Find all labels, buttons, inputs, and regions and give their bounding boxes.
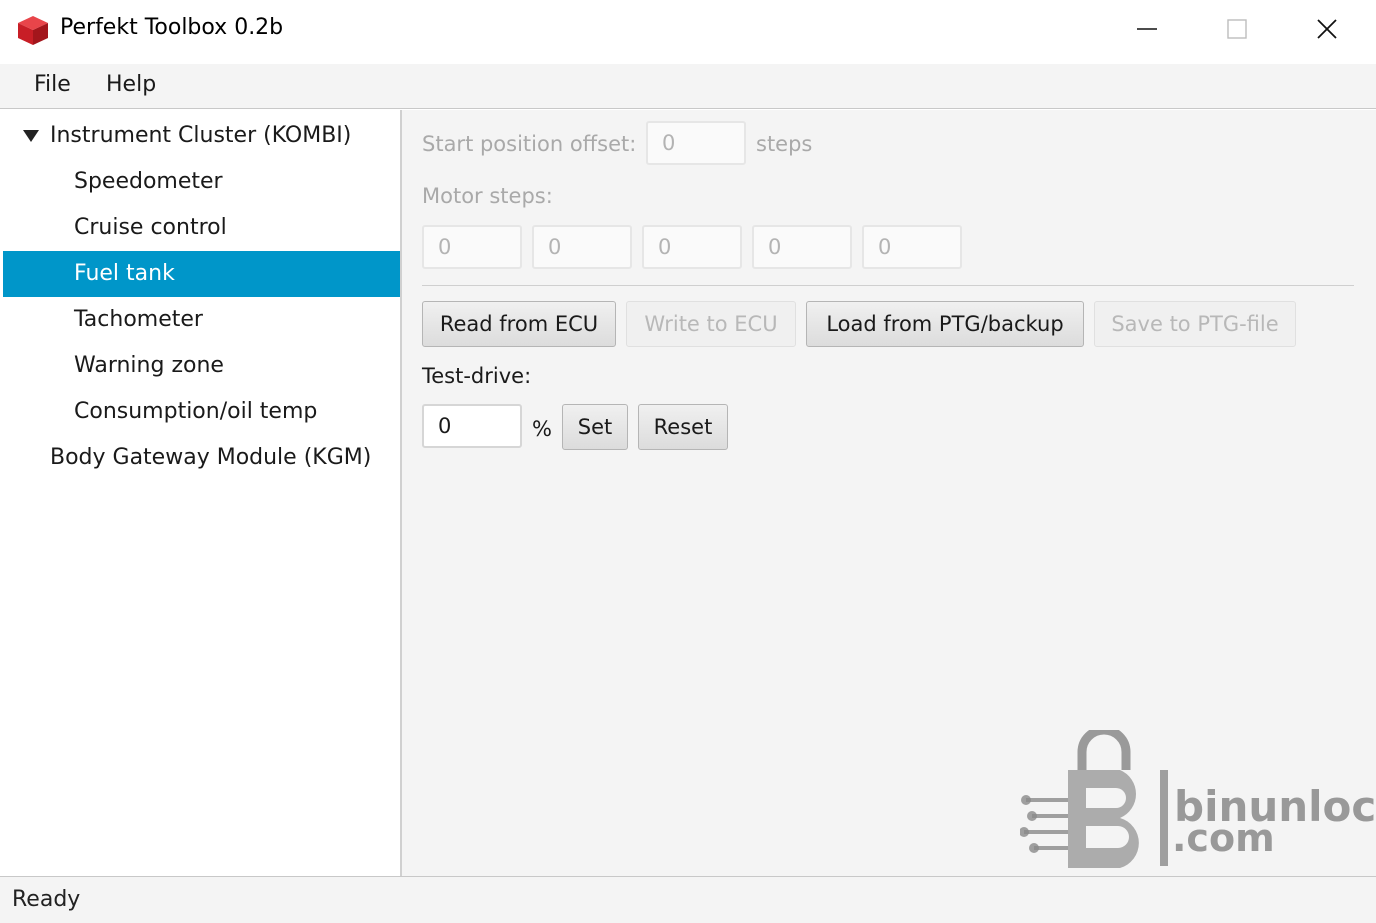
- menu-file[interactable]: File: [34, 72, 71, 97]
- window-title: Perfekt Toolbox 0.2b: [60, 15, 284, 40]
- tree-item-label: Speedometer: [74, 169, 223, 194]
- close-icon: [1317, 19, 1337, 39]
- tree-item-label: Warning zone: [74, 353, 224, 378]
- binunlock-watermark: binunlock .com: [1019, 725, 1376, 875]
- save-to-ptg-button[interactable]: Save to PTG-file: [1094, 301, 1296, 347]
- tree-item-cruise-control[interactable]: Cruise control: [3, 205, 400, 251]
- tree-item-label: Fuel tank: [74, 261, 175, 286]
- minimize-icon: [1137, 28, 1157, 30]
- read-from-ecu-button[interactable]: Read from ECU: [422, 301, 616, 347]
- tree-group-kgm[interactable]: Body Gateway Module (KGM): [3, 435, 400, 481]
- close-button[interactable]: [1282, 0, 1372, 58]
- motor-step-input-4[interactable]: 0: [752, 225, 852, 269]
- tree-item-label: Tachometer: [74, 307, 203, 332]
- section-divider: [422, 285, 1354, 286]
- motor-step-input-3[interactable]: 0: [642, 225, 742, 269]
- motor-step-input-5[interactable]: 0: [862, 225, 962, 269]
- tree-item-fuel-tank[interactable]: Fuel tank: [3, 251, 400, 297]
- title-bar: Perfekt Toolbox 0.2b: [0, 0, 1376, 64]
- tree-item-tachometer[interactable]: Tachometer: [3, 297, 400, 343]
- tree-item-label: Cruise control: [74, 215, 227, 240]
- motor-step-input-2[interactable]: 0: [532, 225, 632, 269]
- percent-unit: %: [532, 417, 552, 441]
- padlock-b-logo-icon: [1019, 725, 1168, 868]
- fuel-tank-panel: Start position offset: 0 steps Motor ste…: [402, 110, 1376, 876]
- tree-group-kombi[interactable]: Instrument Cluster (KOMBI): [3, 113, 400, 159]
- module-tree: Instrument Cluster (KOMBI) Speedometer C…: [3, 110, 402, 876]
- load-from-ptg-button[interactable]: Load from PTG/backup: [806, 301, 1084, 347]
- watermark-text-line2: .com: [1172, 816, 1275, 860]
- write-to-ecu-button[interactable]: Write to ECU: [626, 301, 796, 347]
- status-bar: Ready: [0, 876, 1376, 923]
- start-offset-label: Start position offset:: [422, 132, 637, 156]
- tree-item-consumption-oil-temp[interactable]: Consumption/oil temp: [3, 389, 400, 435]
- menu-help[interactable]: Help: [106, 72, 156, 97]
- test-drive-label: Test-drive:: [422, 364, 532, 388]
- tree-item-speedometer[interactable]: Speedometer: [3, 159, 400, 205]
- expand-arrow-icon[interactable]: [23, 130, 39, 142]
- motor-steps-label: Motor steps:: [422, 184, 553, 208]
- red-cube-icon: [18, 16, 48, 45]
- reset-button[interactable]: Reset: [638, 404, 728, 450]
- start-offset-unit: steps: [756, 132, 813, 156]
- status-text: Ready: [12, 887, 81, 912]
- motor-step-input-1[interactable]: 0: [422, 225, 522, 269]
- start-offset-input[interactable]: 0: [646, 121, 746, 165]
- tree-group-label: Instrument Cluster (KOMBI): [50, 123, 352, 148]
- maximize-button[interactable]: [1192, 0, 1282, 58]
- tree-item-warning-zone[interactable]: Warning zone: [3, 343, 400, 389]
- minimize-button[interactable]: [1102, 0, 1192, 58]
- menu-bar: File Help: [0, 64, 1376, 109]
- tree-group-label: Body Gateway Module (KGM): [50, 445, 372, 470]
- tree-item-label: Consumption/oil temp: [74, 399, 318, 424]
- test-drive-input[interactable]: 0: [422, 404, 522, 448]
- set-button[interactable]: Set: [562, 404, 628, 450]
- maximize-icon: [1227, 19, 1247, 39]
